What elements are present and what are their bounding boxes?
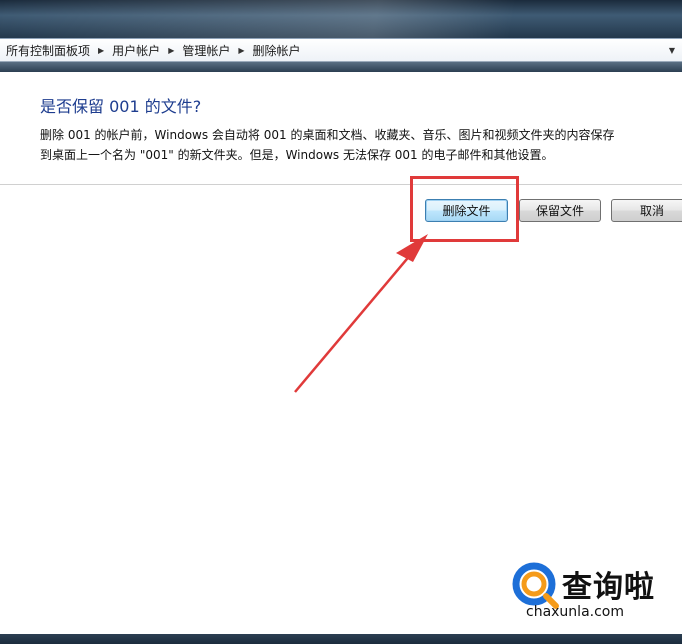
- arrow-head: [396, 234, 428, 262]
- search-logo-icon: [512, 562, 559, 609]
- watermark-domain: chaxunla.com: [526, 604, 624, 620]
- arrow-shaft: [294, 246, 418, 393]
- window-frame-bottom: [0, 634, 682, 644]
- annotation-arrow-icon: [294, 234, 428, 393]
- watermark-logo: 查询啦 chaxunla.com: [506, 560, 682, 632]
- watermark-name: 查询啦: [562, 570, 655, 605]
